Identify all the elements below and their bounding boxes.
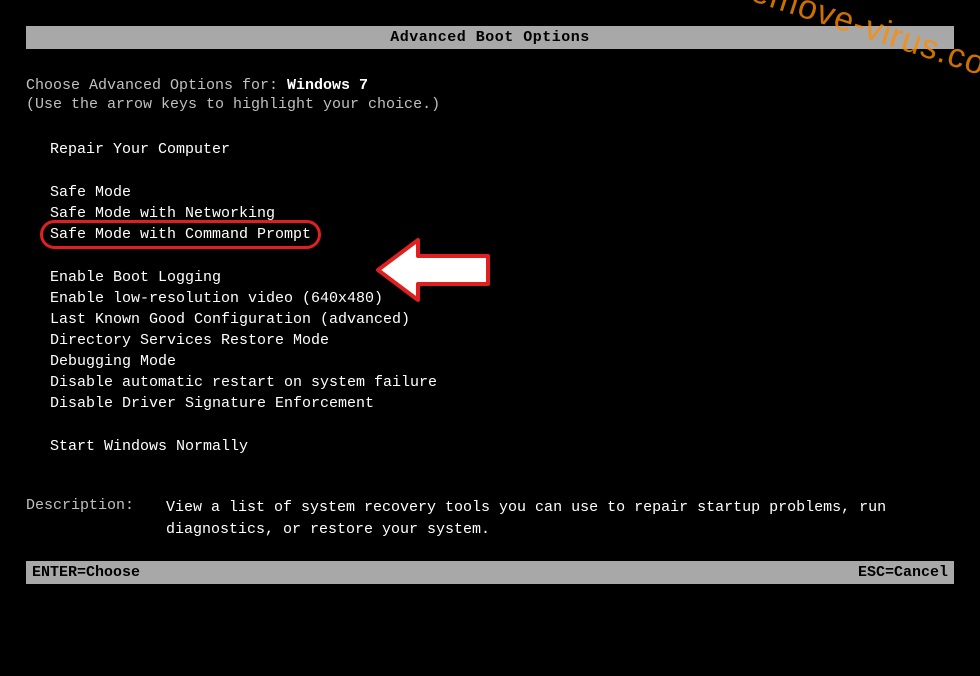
option-safe-mode-networking[interactable]: Safe Mode with Networking bbox=[50, 203, 275, 224]
description-text: View a list of system recovery tools you… bbox=[166, 497, 954, 541]
option-safe-mode-cmd-prompt[interactable]: Safe Mode with Command Prompt bbox=[50, 224, 311, 245]
title-bar: Advanced Boot Options bbox=[26, 26, 954, 49]
option-low-res-video[interactable]: Enable low-resolution video (640x480) bbox=[50, 288, 383, 309]
footer-bar: ENTER=Choose ESC=Cancel bbox=[26, 561, 954, 584]
description-row: Description: View a list of system recov… bbox=[26, 497, 954, 541]
footer-esc: ESC=Cancel bbox=[858, 564, 948, 581]
option-disable-driver-sig[interactable]: Disable Driver Signature Enforcement bbox=[50, 393, 374, 414]
option-safe-mode[interactable]: Safe Mode bbox=[50, 182, 131, 203]
intro-prefix: Choose Advanced Options for: bbox=[26, 77, 287, 94]
safe-mode-group: Safe Mode Safe Mode with Networking Safe… bbox=[50, 182, 954, 245]
intro-line: Choose Advanced Options for: Windows 7 bbox=[26, 77, 954, 94]
description-label: Description: bbox=[26, 497, 166, 541]
hint-line: (Use the arrow keys to highlight your ch… bbox=[26, 96, 954, 113]
option-debugging-mode[interactable]: Debugging Mode bbox=[50, 351, 176, 372]
advanced-options-group: Enable Boot Logging Enable low-resolutio… bbox=[50, 267, 954, 414]
footer-enter: ENTER=Choose bbox=[32, 564, 140, 581]
repair-computer-header[interactable]: Repair Your Computer bbox=[50, 141, 954, 158]
option-disable-auto-restart[interactable]: Disable automatic restart on system fail… bbox=[50, 372, 437, 393]
os-name: Windows 7 bbox=[287, 77, 368, 94]
option-start-normally[interactable]: Start Windows Normally bbox=[50, 436, 248, 457]
option-boot-logging[interactable]: Enable Boot Logging bbox=[50, 267, 221, 288]
option-directory-restore[interactable]: Directory Services Restore Mode bbox=[50, 330, 329, 351]
page-title: Advanced Boot Options bbox=[390, 29, 590, 46]
option-last-known-good[interactable]: Last Known Good Configuration (advanced) bbox=[50, 309, 410, 330]
